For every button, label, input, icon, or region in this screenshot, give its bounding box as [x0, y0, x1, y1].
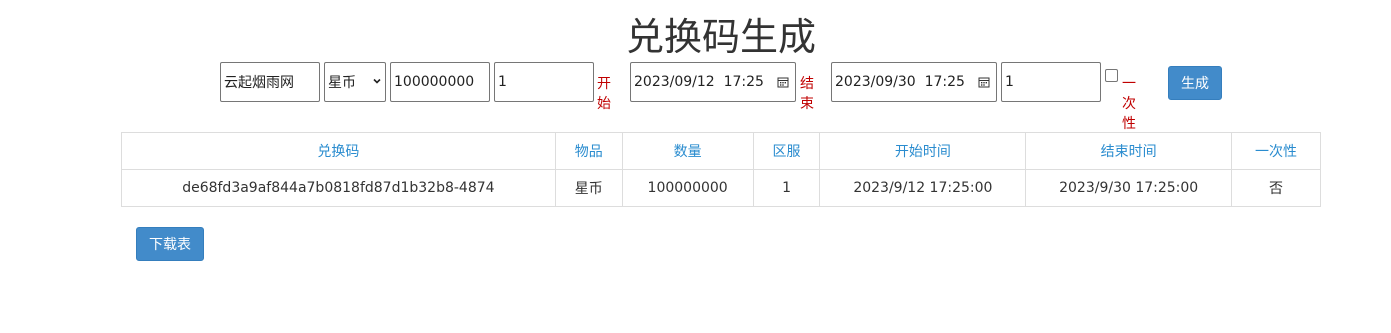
server-name-input[interactable]: [220, 62, 320, 102]
cell-one-time: 否: [1231, 169, 1321, 207]
server-name-text[interactable]: [224, 74, 316, 90]
cell-zone: 1: [752, 169, 821, 207]
start-datetime-input[interactable]: 2023/09/12 17:25: [630, 62, 796, 102]
one-time-checkbox[interactable]: [1105, 69, 1118, 82]
end-datetime-value: 2023/09/30 17:25: [835, 74, 965, 90]
header-item: 物品: [554, 132, 623, 170]
header-start-time: 开始时间: [819, 132, 1027, 170]
header-zone: 区服: [752, 132, 821, 170]
count-text[interactable]: [1005, 74, 1097, 90]
page-title: 兑换码生成: [625, 15, 816, 59]
download-button[interactable]: 下载表: [136, 227, 204, 261]
zone-text[interactable]: [498, 74, 590, 90]
codes-table: 兑换码 物品 数量 区服 开始时间 结束时间 一次性 de68fd3a9af84…: [121, 132, 1321, 207]
one-time-label: 一次性: [1122, 76, 1136, 132]
start-datetime-value: 2023/09/12 17:25: [634, 74, 764, 90]
cell-start-time: 2023/9/12 17:25:00: [819, 169, 1027, 207]
quantity-text[interactable]: [394, 74, 486, 90]
header-code: 兑换码: [121, 132, 556, 170]
table-header-row: 兑换码 物品 数量 区服 开始时间 结束时间 一次性: [121, 132, 1321, 170]
end-datetime-input[interactable]: 2023/09/30 17:25: [831, 62, 997, 102]
item-select[interactable]: 星币: [324, 62, 386, 102]
zone-input[interactable]: [494, 62, 594, 102]
count-input[interactable]: [1001, 62, 1101, 102]
end-label: 结束: [800, 76, 814, 112]
header-quantity: 数量: [621, 132, 754, 170]
header-end-time: 结束时间: [1025, 132, 1233, 170]
item-select-value: 星币: [328, 75, 356, 91]
cell-item: 星币: [554, 169, 623, 207]
calendar-icon[interactable]: [978, 76, 990, 88]
table-row: de68fd3a9af844a7b0818fd87d1b32b8-4874 星币…: [121, 169, 1321, 207]
calendar-icon[interactable]: [777, 76, 789, 88]
cell-quantity: 100000000: [621, 169, 754, 207]
cell-end-time: 2023/9/30 17:25:00: [1025, 169, 1233, 207]
generate-button[interactable]: 生成: [1168, 66, 1222, 100]
start-label: 开始: [597, 76, 611, 112]
header-one-time: 一次性: [1231, 132, 1321, 170]
cell-code: de68fd3a9af844a7b0818fd87d1b32b8-4874: [121, 169, 556, 207]
quantity-input[interactable]: [390, 62, 490, 102]
chevron-down-icon: [373, 78, 381, 84]
